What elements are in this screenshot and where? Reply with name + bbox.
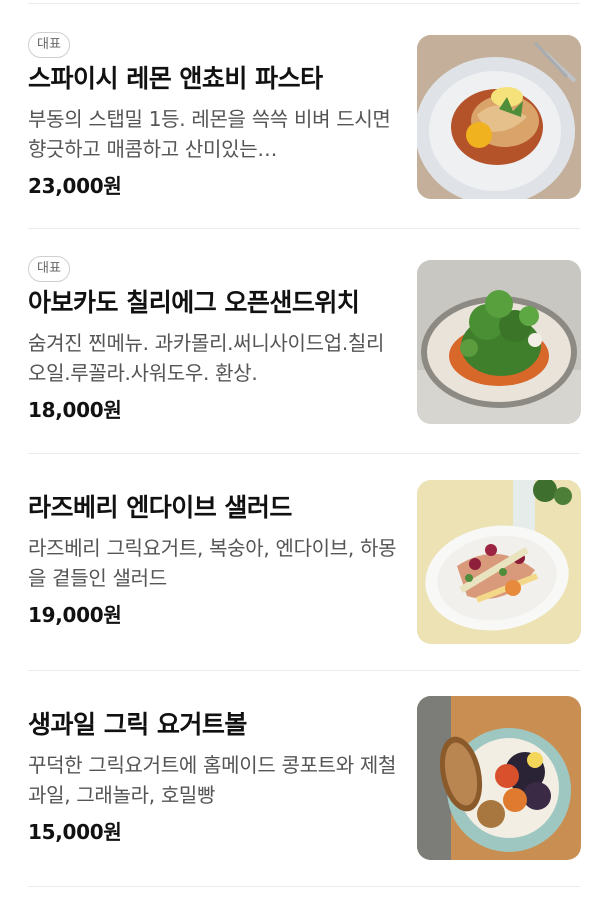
menu-item-price: 23,000원 <box>28 174 122 198</box>
yogurt-bowl-photo <box>417 696 581 860</box>
menu-item-price: 15,000원 <box>28 820 122 844</box>
menu-item-text: 생과일 그릭 요거트볼 꾸덕한 그릭요거트에 홈메이드 콩포트와 제철과일, 그… <box>28 704 398 845</box>
menu-item-description: 부동의 스탭밀 1등. 레몬을 쓱쓱 비벼 드시면 향긋하고 매콤하고 산미있는… <box>28 107 391 161</box>
menu-item-name: 생과일 그릭 요거트볼 <box>28 710 247 739</box>
signature-badge: 대표 <box>28 32 70 58</box>
menu-item-photo[interactable] <box>417 35 581 199</box>
pasta-photo <box>417 35 581 199</box>
menu-item-description: 숨겨진 찐메뉴. 과카몰리.써니사이드업.칠리오일.루꼴라.사워도우. 환상. <box>28 331 385 385</box>
menu-item[interactable]: 대표 스파이시 레몬 앤쵸비 파스타 부동의 스탭밀 1등. 레몬을 쓱쓱 비벼… <box>0 20 604 220</box>
divider <box>28 886 580 887</box>
menu-item-price: 18,000원 <box>28 398 122 422</box>
menu-item-name: 아보카도 칠리에그 오픈샌드위치 <box>28 288 360 317</box>
menu-item-price: 19,000원 <box>28 603 122 627</box>
menu-item-photo[interactable] <box>417 480 581 644</box>
menu-item-photo[interactable] <box>417 696 581 860</box>
sandwich-photo <box>417 260 581 424</box>
salad-photo <box>417 480 581 644</box>
menu-item-photo[interactable] <box>417 260 581 424</box>
menu-item[interactable]: 생과일 그릭 요거트볼 꾸덕한 그릭요거트에 홈메이드 콩포트와 제철과일, 그… <box>0 680 604 880</box>
menu-item-text: 대표 스파이시 레몬 앤쵸비 파스타 부동의 스탭밀 1등. 레몬을 쓱쓱 비벼… <box>28 32 398 199</box>
divider <box>28 228 580 229</box>
divider <box>28 3 580 4</box>
divider <box>28 670 580 671</box>
signature-badge: 대표 <box>28 256 70 282</box>
menu-list: 대표 스파이시 레몬 앤쵸비 파스타 부동의 스탭밀 1등. 레몬을 쓱쓱 비벼… <box>0 0 604 909</box>
menu-item[interactable]: 라즈베리 엔다이브 샐러드 라즈베리 그릭요거트, 복숭아, 엔다이브, 하몽을… <box>0 463 604 663</box>
divider <box>28 453 580 454</box>
menu-item-text: 라즈베리 엔다이브 샐러드 라즈베리 그릭요거트, 복숭아, 엔다이브, 하몽을… <box>28 487 398 628</box>
menu-item-description: 라즈베리 그릭요거트, 복숭아, 엔다이브, 하몽을 곁들인 샐러드 <box>28 536 397 590</box>
menu-item[interactable]: 대표 아보카도 칠리에그 오픈샌드위치 숨겨진 찐메뉴. 과카몰리.써니사이드업… <box>0 244 604 444</box>
menu-item-name: 스파이시 레몬 앤쵸비 파스타 <box>28 64 323 93</box>
menu-item-text: 대표 아보카도 칠리에그 오픈샌드위치 숨겨진 찐메뉴. 과카몰리.써니사이드업… <box>28 256 398 423</box>
menu-item-description: 꾸덕한 그릭요거트에 홈메이드 콩포트와 제철과일, 그래놀라, 호밀빵 <box>28 753 397 807</box>
menu-item-name: 라즈베리 엔다이브 샐러드 <box>28 493 292 522</box>
